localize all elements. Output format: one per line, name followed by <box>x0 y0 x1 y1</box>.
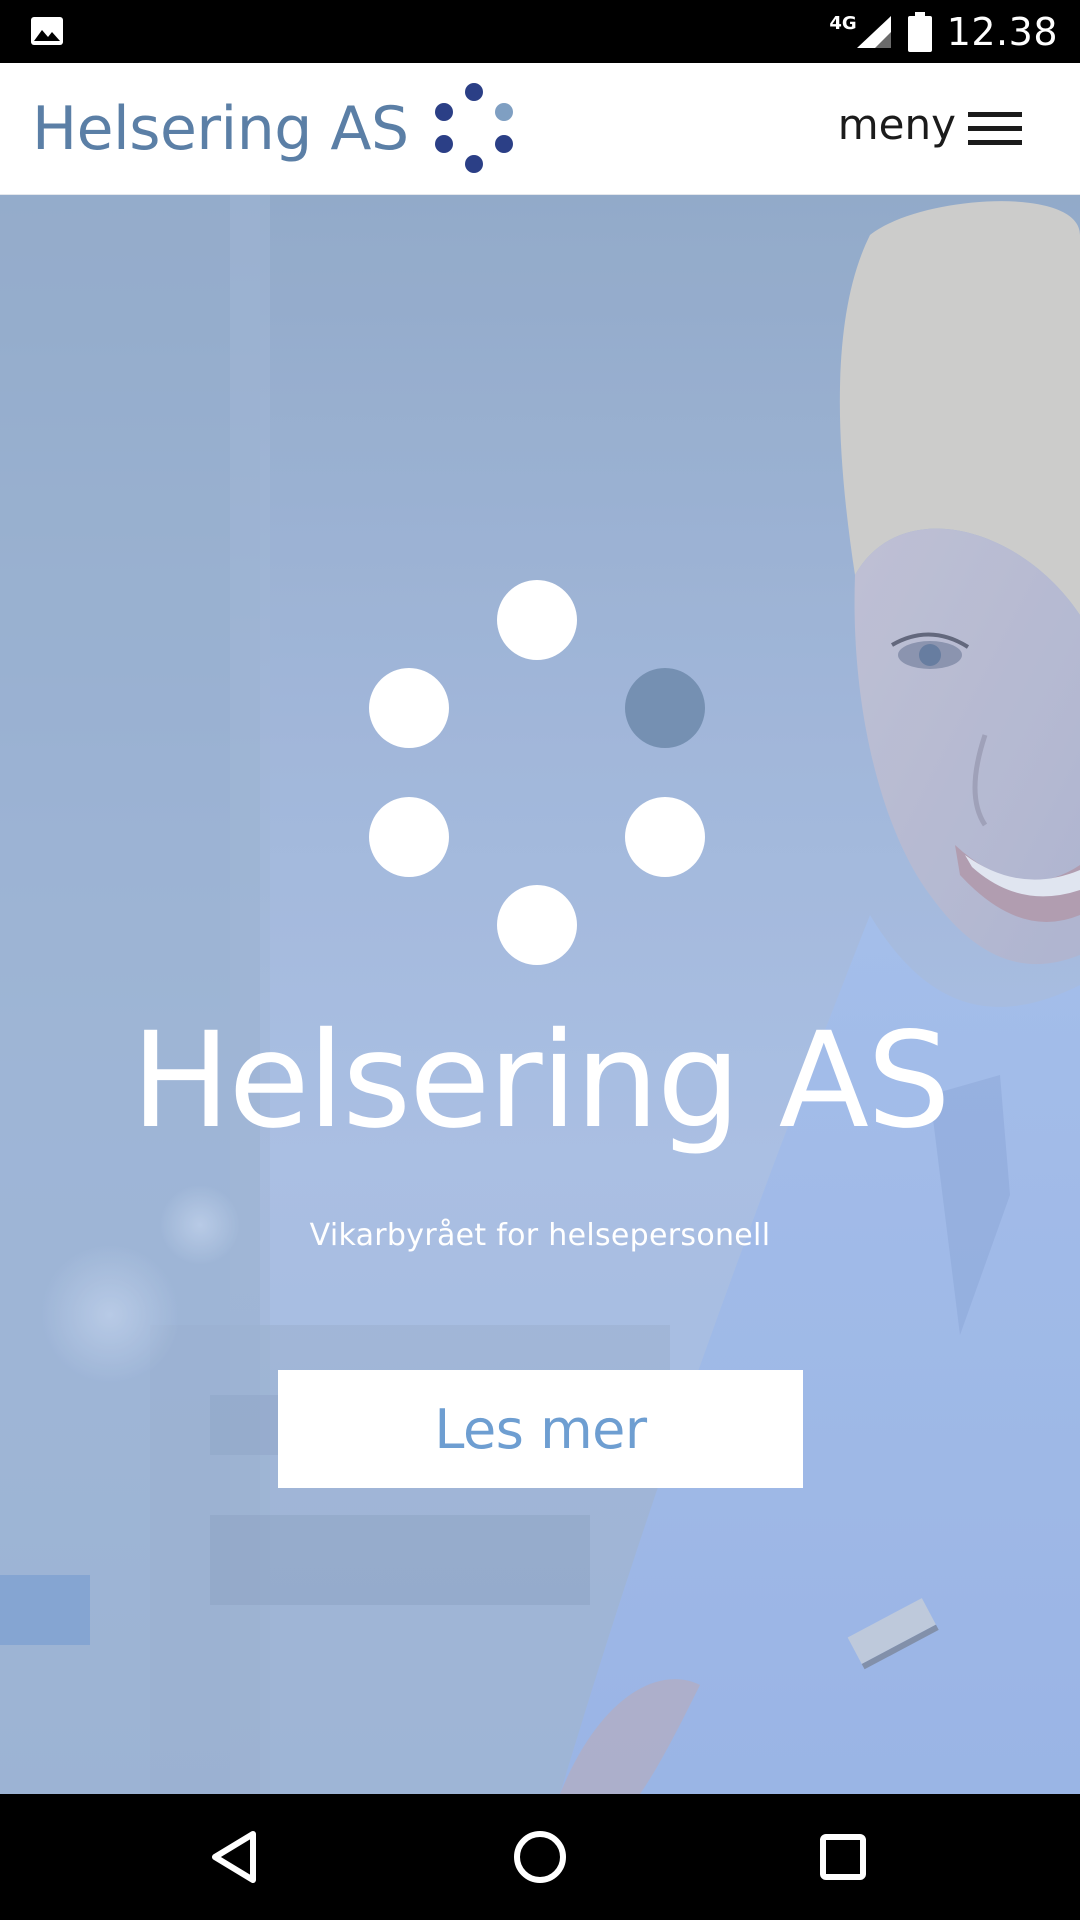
menu-button[interactable]: meny <box>838 63 1022 194</box>
navigation-bar <box>0 1794 1080 1920</box>
hero-section: Helsering AS Vikarbyrået for helseperson… <box>0 195 1080 1794</box>
phone-screen: 4G 12.38 Helsering AS meny Helsering AS … <box>0 0 1080 1920</box>
status-indicators: 4G 12.38 <box>829 0 1058 63</box>
dot-ring-logo-icon <box>369 580 705 965</box>
clock: 12.38 <box>946 9 1058 54</box>
battery-icon <box>907 11 932 52</box>
network-type-label: 4G <box>829 13 857 34</box>
home-circle-icon[interactable] <box>505 1822 575 1892</box>
status-bar: 4G 12.38 <box>0 0 1080 63</box>
dot-ring-logo-icon <box>434 82 513 173</box>
hero-tagline: Vikarbyrået for helsepersonell <box>309 1218 771 1253</box>
image-icon <box>31 17 63 45</box>
brand-link[interactable]: Helsering AS <box>32 63 517 194</box>
read-more-button[interactable]: Les mer <box>278 1370 803 1488</box>
hamburger-icon <box>968 111 1022 145</box>
signal-icon <box>856 15 891 48</box>
recents-square-icon[interactable] <box>808 1822 878 1892</box>
brand-name: Helsering AS <box>32 93 409 164</box>
back-triangle-icon[interactable] <box>201 1822 271 1892</box>
hero-overlay <box>0 195 1080 1794</box>
site-header: Helsering AS meny <box>0 63 1080 195</box>
hero-title: Helsering AS <box>131 1004 951 1158</box>
menu-label: meny <box>837 100 956 149</box>
